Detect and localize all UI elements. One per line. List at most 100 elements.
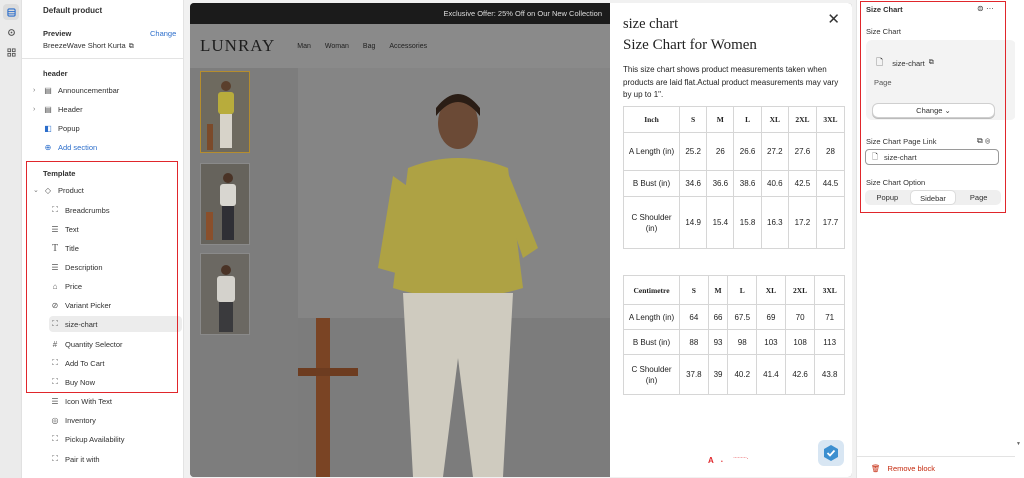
remove-block-label: Remove block xyxy=(887,464,936,473)
block-icon: ⛶ xyxy=(52,205,58,214)
preview-canvas: Exclusive Offer: 25% Off on Our New Coll… xyxy=(190,3,852,477)
block-breadcrumbs[interactable]: ⛶ Breadcrumbs xyxy=(49,202,110,218)
table-cell: 70 xyxy=(784,304,816,330)
change-page-button[interactable]: Change ⌄ xyxy=(872,103,995,118)
announcement-bar: Exclusive Offer: 25% Off on Our New Coll… xyxy=(190,3,610,24)
table-cell: 26 xyxy=(706,132,735,171)
table-cell: 113 xyxy=(814,329,845,355)
apps-icon[interactable] xyxy=(3,44,19,60)
table-cell: 28 xyxy=(815,132,846,171)
chevron-down-icon[interactable]: ⌄ xyxy=(33,186,41,194)
scroll-down-arrow[interactable]: ▼ xyxy=(1016,441,1021,447)
table-header: XL xyxy=(756,275,786,305)
table-row: B Bust (in) 88 93 98 103 108 113 xyxy=(623,329,845,355)
block-settings-panel: Size Chart ⊜ ··· Size Chart 🗋 size-chart ⧉… xyxy=(856,0,1024,478)
section-popup[interactable]: ◧ Popup xyxy=(42,120,79,136)
block-price[interactable]: ⌂ Price xyxy=(49,278,83,294)
block-inventory[interactable]: ◎ Inventory xyxy=(49,412,96,428)
block-label: Pickup Availability xyxy=(65,434,125,444)
option-page[interactable]: Page xyxy=(956,190,1001,205)
option-sidebar[interactable]: Sidebar xyxy=(909,190,957,205)
table-cell: 14.9 xyxy=(678,196,708,249)
close-icon[interactable]: ✕ xyxy=(827,10,840,28)
table-cell: 34.6 xyxy=(678,170,708,197)
product-thumbnail[interactable] xyxy=(200,163,250,245)
section-announcementbar[interactable]: › ▤ Announcementbar xyxy=(33,82,119,98)
modal-heading: size chart xyxy=(623,16,679,32)
table-cell: 25.2 xyxy=(678,132,708,171)
option-label: Size Chart Option xyxy=(866,178,926,187)
database-icon[interactable]: ⊜ xyxy=(985,136,990,145)
nav-accessories[interactable]: Accessories xyxy=(389,43,427,50)
variant-icon: ⊘ xyxy=(51,300,59,310)
table-row: A Length (in) 64 66 67.5 69 70 71 xyxy=(623,304,845,330)
remove-block-button[interactable]: 🗑 Remove block xyxy=(871,464,935,473)
settings-icon[interactable] xyxy=(3,24,19,40)
block-icon-with-text[interactable]: ☰ Icon With Text xyxy=(49,393,112,409)
add-section-button[interactable]: ⊕ Add section xyxy=(42,139,98,155)
store-logo[interactable]: LUNRAY xyxy=(200,36,275,56)
product-thumbnail[interactable] xyxy=(200,71,250,153)
nav-bag[interactable]: Bag xyxy=(363,43,375,50)
product-gallery xyxy=(190,68,610,477)
table-cell: 43.8 xyxy=(814,354,845,395)
table-cell: 67.5 xyxy=(727,304,758,330)
table-header: XL xyxy=(760,106,789,133)
block-label: Icon With Text xyxy=(65,396,112,406)
outer-scrollbar[interactable]: ▼ xyxy=(1015,0,1024,478)
block-title[interactable]: T Title xyxy=(49,240,79,256)
table-header: Inch xyxy=(623,106,680,133)
table-cell: 26.6 xyxy=(733,132,762,171)
sections-icon[interactable] xyxy=(3,4,19,20)
table-cell: 37.8 xyxy=(679,354,709,395)
block-label: size-chart xyxy=(65,319,98,329)
table-row: C Shoulder (in) 14.9 15.4 15.8 16.3 17.2… xyxy=(623,196,846,249)
nav-man[interactable]: Man xyxy=(297,43,311,50)
block-size-chart[interactable]: ⛶ size-chart xyxy=(49,316,182,332)
database-icon[interactable]: ⊜ xyxy=(977,4,984,13)
change-preview-link[interactable]: Change xyxy=(150,29,176,38)
external-link-icon[interactable]: ⧉ xyxy=(977,136,983,145)
main-product-image[interactable] xyxy=(298,68,610,477)
chat-widget-icon[interactable] xyxy=(818,440,844,466)
selected-page[interactable]: 🗋 size-chart ⧉ xyxy=(876,55,934,71)
page-link-input[interactable]: 🗋 size-chart xyxy=(865,149,999,165)
section-header[interactable]: › ▤ Header xyxy=(33,101,83,117)
block-icon: ⛶ xyxy=(52,377,58,386)
block-pickup-availability[interactable]: ⛶ Pickup Availability xyxy=(49,431,124,447)
preview-value: BreezeWave Short Kurta ⧉ xyxy=(43,41,134,51)
section-product[interactable]: ⌄ ◇ Product xyxy=(33,182,84,198)
table-cell: 42.6 xyxy=(784,354,816,395)
block-variant-picker[interactable]: ⊘ Variant Picker xyxy=(49,297,112,313)
block-buy-now[interactable]: ⛶ Buy Now xyxy=(49,374,95,390)
page-icon: 🗋 xyxy=(872,151,879,161)
dots-decoration: • xyxy=(721,459,723,465)
table-cell: 17.2 xyxy=(787,196,817,249)
link-actions: ⧉ ⊜ xyxy=(977,136,990,146)
chevron-right-icon[interactable]: › xyxy=(33,87,41,94)
block-label: Breadcrumbs xyxy=(65,205,110,215)
table-header: Centimetre xyxy=(623,275,680,305)
table-cell: 41.4 xyxy=(756,354,786,395)
block-label: Pair it with xyxy=(65,454,100,464)
announcement-text: Exclusive Offer: 25% Off on Our New Coll… xyxy=(443,9,602,18)
block-quantity-selector[interactable]: # Quantity Selector xyxy=(49,336,123,352)
header-section-title: header xyxy=(43,69,68,78)
table-header: 3XL xyxy=(815,106,846,133)
block-pair-it-with[interactable]: ⛶ Pair it with xyxy=(49,451,100,467)
external-link-icon[interactable]: ⧉ xyxy=(929,59,934,67)
text-icon: ☰ xyxy=(51,262,59,272)
block-label: Text xyxy=(65,224,79,234)
table-header: M xyxy=(707,275,729,305)
block-add-to-cart[interactable]: ⛶ Add To Cart xyxy=(49,355,104,371)
block-description[interactable]: ☰ Description xyxy=(49,259,102,275)
dash-decoration: ·········. xyxy=(733,455,748,461)
product-thumbnail[interactable] xyxy=(200,253,250,335)
nav-woman[interactable]: Woman xyxy=(325,43,349,50)
chevron-right-icon[interactable]: › xyxy=(33,106,41,113)
more-icon[interactable]: ··· xyxy=(986,4,994,13)
external-link-icon[interactable]: ⧉ xyxy=(129,43,134,50)
page-icon: 🗋 xyxy=(876,57,884,67)
option-popup[interactable]: Popup xyxy=(865,190,910,205)
block-text[interactable]: ☰ Text xyxy=(49,221,79,237)
